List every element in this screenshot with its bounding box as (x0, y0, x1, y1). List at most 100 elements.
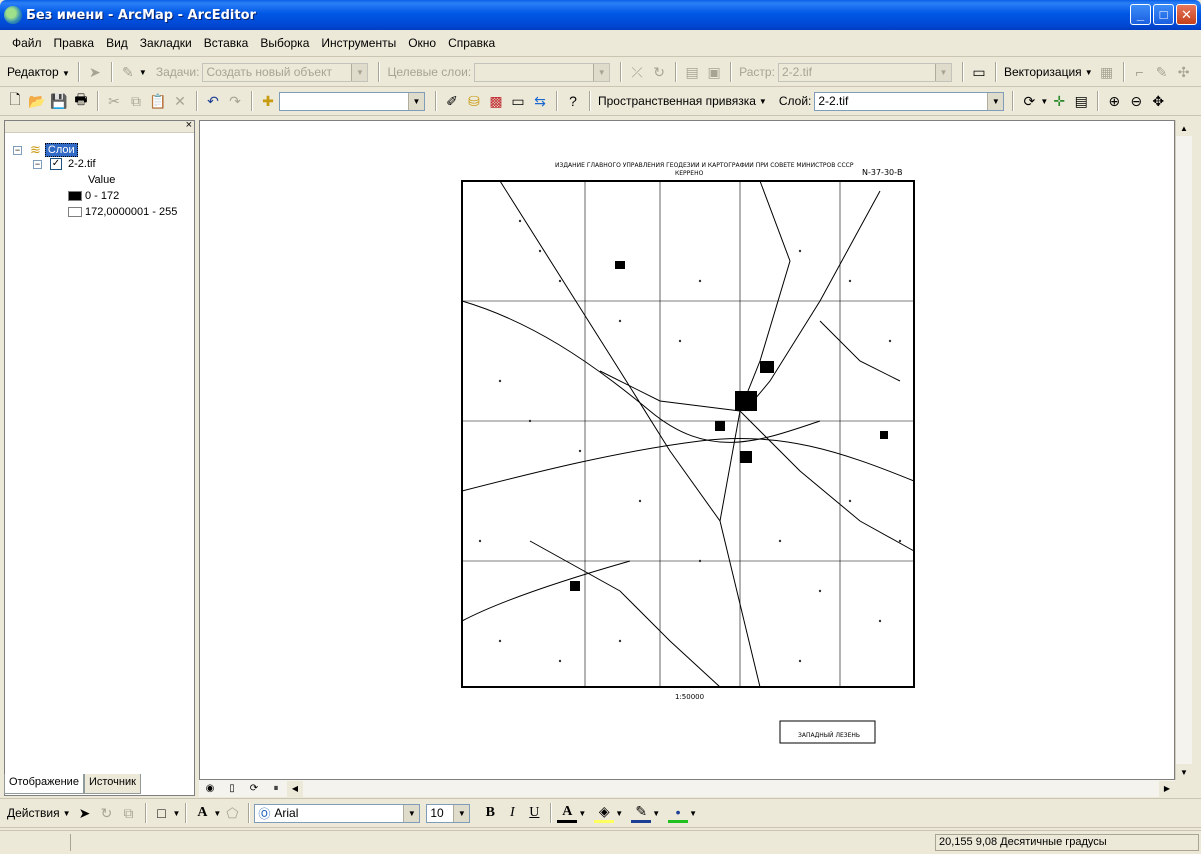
legend-class[interactable]: 0 - 172 (68, 190, 119, 202)
menu-tools[interactable]: Инструменты (315, 36, 402, 50)
collapse-icon[interactable]: − (13, 145, 22, 155)
save-icon[interactable]: 💾 (49, 91, 69, 111)
zoom-out-icon[interactable]: ⊖ (1126, 91, 1146, 111)
maximize-button[interactable]: □ (1153, 4, 1174, 25)
scroll-right-icon[interactable]: ▶ (1159, 780, 1175, 797)
fill-color-icon[interactable]: ◈ (594, 803, 615, 823)
vectorize-pencil-icon[interactable]: ✎ (1152, 62, 1172, 82)
line-color-icon[interactable]: ✎ (631, 803, 652, 823)
target-layer-dropdown[interactable]: ▼ (474, 62, 611, 82)
chevron-down-icon[interactable]: ▼ (173, 809, 181, 818)
georeferencing-menu-button[interactable]: Пространственная привязка ▼ (595, 94, 770, 108)
edit-vertices-icon[interactable]: ⬠ (222, 803, 242, 823)
map-canvas[interactable]: ИЗДАНИЕ ГЛАВНОГО УПРАВЛЕНИЯ ГЕОДЕЗИИ И К… (200, 121, 1175, 780)
scroll-left-icon[interactable]: ◀ (287, 780, 303, 797)
task-dropdown[interactable]: Создать новый объект ▼ (202, 62, 369, 82)
menu-file[interactable]: Файл (6, 36, 48, 50)
chevron-down-icon[interactable]: ▼ (689, 809, 697, 818)
close-icon[interactable]: × (186, 119, 192, 131)
font-color-icon[interactable]: A (557, 803, 578, 823)
data-frame-label[interactable]: Слои (44, 143, 78, 157)
undo-icon[interactable]: ↶ (203, 91, 223, 111)
bold-button[interactable]: B (480, 803, 500, 823)
select-elements-icon[interactable]: ➤ (75, 803, 95, 823)
redo-icon[interactable]: ↷ (225, 91, 245, 111)
map-display[interactable]: ИЗДАНИЕ ГЛАВНОГО УПРАВЛЕНИЯ ГЕОДЕЗИИ И К… (199, 120, 1175, 780)
editor-toolbar-icon[interactable]: ✐ (442, 91, 462, 111)
scroll-up-icon[interactable]: ▲ (1176, 120, 1192, 136)
pan-more-icon[interactable]: ✥ (1148, 91, 1168, 111)
rotate-element-icon[interactable]: ↻ (97, 803, 117, 823)
collapse-icon[interactable]: − (33, 159, 42, 169)
menu-help[interactable]: Справка (442, 36, 501, 50)
legend-class[interactable]: 172,0000001 - 255 (68, 206, 177, 218)
arccatalog-icon[interactable]: ⛁ (464, 91, 484, 111)
chevron-down-icon[interactable]: ▼ (139, 68, 147, 77)
arctoolbox-icon[interactable]: ▩ (486, 91, 506, 111)
attributes-icon[interactable]: ▤ (682, 62, 702, 82)
copy-icon[interactable]: ⧉ (126, 91, 146, 111)
paste-icon[interactable]: 📋 (148, 91, 168, 111)
close-button[interactable]: ✕ (1176, 4, 1197, 25)
command-line-icon[interactable]: ▭ (508, 91, 528, 111)
new-document-icon[interactable]: 🗋 (5, 91, 25, 111)
vertical-scrollbar[interactable]: ▲ ▼ (1175, 120, 1192, 780)
font-dropdown[interactable]: Ⓞ Arial ▼ (254, 803, 421, 823)
split-tool-icon[interactable]: ⤫ (627, 62, 647, 82)
sketch-pencil-icon[interactable]: ✎ (118, 62, 138, 82)
menu-window[interactable]: Окно (402, 36, 442, 50)
rectangle-icon[interactable]: □ (152, 803, 172, 823)
chevron-down-icon[interactable]: ▼ (615, 809, 623, 818)
menu-insert[interactable]: Вставка (198, 36, 255, 50)
more-tools-icon[interactable]: ✣ (1174, 62, 1194, 82)
raster-cleanup-icon[interactable]: ▭ (969, 62, 989, 82)
print-icon[interactable]: 🖶 (71, 91, 91, 111)
georef-layer-dropdown[interactable]: 2-2.tif ▼ (814, 91, 1005, 111)
vectorization-menu-button[interactable]: Векторизация ▼ (1001, 65, 1096, 79)
pause-drawing-icon[interactable]: ⏸ (266, 779, 286, 799)
chevron-down-icon[interactable]: ▼ (1040, 97, 1048, 106)
menu-edit[interactable]: Правка (48, 36, 101, 50)
target-layer-label: Целевые слои: (387, 65, 472, 79)
open-folder-icon[interactable]: 📂 (27, 91, 47, 111)
map-scale-dropdown[interactable]: ▼ (279, 91, 425, 111)
delete-icon[interactable]: ✕ (170, 91, 190, 111)
minimize-button[interactable]: _ (1130, 4, 1151, 25)
scroll-down-icon[interactable]: ▼ (1176, 764, 1192, 780)
view-link-table-icon[interactable]: ▤ (1071, 91, 1091, 111)
marker-color-icon[interactable]: • (668, 803, 689, 823)
add-control-points-icon[interactable]: ✛ (1049, 91, 1069, 111)
zoom-to-selected-icon[interactable]: ⧉ (119, 803, 139, 823)
sketch-properties-icon[interactable]: ▣ (704, 62, 724, 82)
model-builder-icon[interactable]: ⇆ (530, 91, 550, 111)
tab-source[interactable]: Источник (83, 774, 141, 794)
layer-name[interactable]: 2-2.tif (68, 158, 96, 170)
zoom-in-icon[interactable]: ⊕ (1104, 91, 1124, 111)
menu-view[interactable]: Вид (100, 36, 134, 50)
underline-button[interactable]: U (524, 803, 544, 823)
menu-bookmarks[interactable]: Закладки (134, 36, 198, 50)
data-view-icon[interactable]: ◉ (200, 779, 220, 799)
refresh-icon[interactable]: ⟳ (244, 779, 264, 799)
italic-button[interactable]: I (502, 803, 522, 823)
rotate-tool-icon[interactable]: ↻ (649, 62, 669, 82)
chevron-down-icon[interactable]: ▼ (213, 809, 221, 818)
tab-display[interactable]: Отображение (4, 774, 84, 794)
vectorize-settings-icon[interactable]: ▦ (1097, 62, 1117, 82)
layer-visibility-checkbox[interactable]: ✓ (50, 158, 62, 170)
editor-menu-button[interactable]: Редактор ▼ (4, 65, 73, 79)
rotate-georef-icon[interactable]: ⟳ (1019, 91, 1039, 111)
cut-icon[interactable]: ✂ (104, 91, 124, 111)
chevron-down-icon[interactable]: ▼ (578, 809, 586, 818)
menu-selection[interactable]: Выборка (254, 36, 315, 50)
trace-lines-icon[interactable]: ⌐ (1130, 62, 1150, 82)
add-data-icon[interactable]: ✚ (258, 91, 278, 111)
raster-dropdown[interactable]: 2-2.tif ▼ (777, 62, 952, 82)
layout-view-icon[interactable]: ▯ (222, 779, 242, 799)
text-tool-icon[interactable]: A (192, 803, 212, 823)
font-size-dropdown[interactable]: 10 ▼ (426, 803, 471, 823)
drawing-actions-menu[interactable]: Действия ▼ (4, 806, 74, 820)
edit-pointer-icon[interactable]: ➤ (85, 62, 105, 82)
whats-this-help-icon[interactable]: ? (563, 91, 583, 111)
chevron-down-icon[interactable]: ▼ (652, 809, 660, 818)
